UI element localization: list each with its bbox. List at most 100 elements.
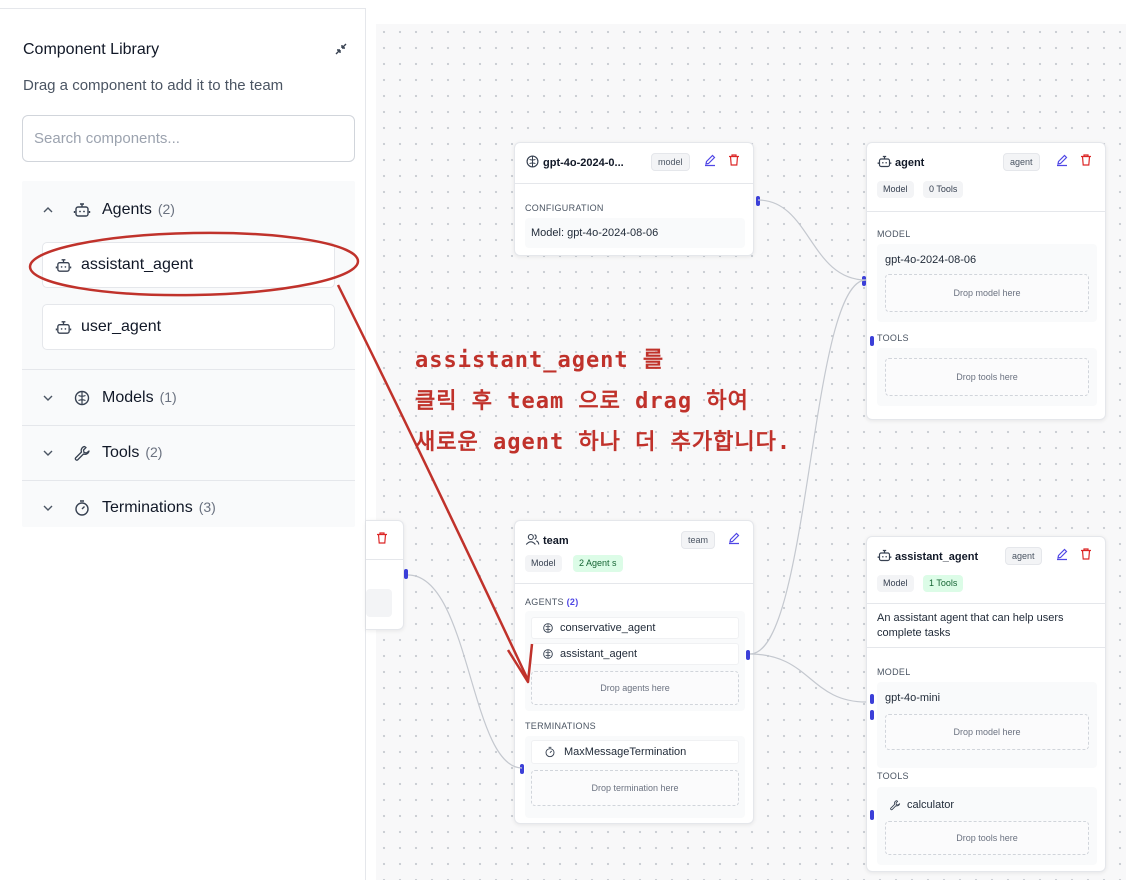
group-tools-count: (2): [145, 444, 163, 460]
users-icon: [525, 533, 540, 545]
chevron-down-icon: [43, 395, 53, 401]
annotation-line-3: 새로운 agent 하나 더 추가합니다.: [415, 430, 792, 455]
termination-label: MaxMessageTermination: [564, 746, 687, 758]
trash-icon[interactable]: [727, 153, 741, 167]
team-input-handle[interactable]: [520, 764, 524, 774]
assistant-node-header: assistant_agent agent: [867, 537, 1105, 575]
agents-section-label: AGENTS (2): [525, 597, 579, 607]
group-agents-header[interactable]: Agents (2): [22, 183, 355, 237]
library-description: Drag a component to add it to the team: [23, 77, 284, 94]
bot-icon: [877, 155, 892, 168]
group-agents-label: Agents (2): [102, 201, 175, 218]
edit-icon[interactable]: [1055, 153, 1069, 167]
chevron-up-icon: [43, 207, 53, 213]
team-agent-item[interactable]: conservative_agent: [531, 617, 739, 639]
agent-tools-handle[interactable]: [870, 336, 874, 346]
agent-input-handle[interactable]: [862, 276, 866, 286]
edit-icon[interactable]: [1055, 547, 1069, 561]
library-title: Component Library: [23, 41, 160, 58]
chevron-down-icon: [43, 450, 53, 456]
agent-description: An assistant agent that can help users c…: [877, 612, 1064, 639]
model-type-badge: model: [651, 153, 690, 171]
agent-node[interactable]: agent agent Model 0 Tools MODEL gpt-4o-2…: [866, 142, 1106, 420]
tools-count-pill: 1 Tools: [923, 575, 964, 592]
model-pill: Model: [877, 181, 914, 198]
model-output-handle[interactable]: [756, 196, 760, 206]
group-models-header[interactable]: Models (1): [22, 371, 355, 425]
team-agent-item[interactable]: assistant_agent: [531, 643, 739, 665]
team-type-badge: team: [681, 531, 716, 549]
tools-count-pill: 0 Tools: [923, 181, 964, 198]
tools-section-box: calculator Drop tools here: [877, 787, 1097, 865]
termination-item[interactable]: MaxMessageTermination: [531, 740, 739, 764]
agent-model-value: gpt-4o-2024-08-06: [885, 254, 977, 266]
node-divider: [867, 211, 1105, 212]
drop-termination-zone[interactable]: Drop termination here: [531, 770, 739, 806]
tools-section-box: Drop tools here: [877, 348, 1097, 406]
assistant-agent-node[interactable]: assistant_agent agent Model 1 Tools An a…: [866, 536, 1106, 872]
tool-item[interactable]: calculator: [883, 793, 1091, 817]
search-components-input[interactable]: [22, 115, 355, 162]
assistant-input-handle[interactable]: [870, 710, 874, 720]
assistant-node-title: assistant_agent: [895, 551, 979, 563]
model-pill: Model: [877, 575, 914, 592]
brain-icon: [74, 390, 90, 406]
component-item-user-agent[interactable]: user_agent: [42, 304, 335, 350]
agent-type-badge: agent: [1003, 153, 1040, 171]
model-pill: Model: [525, 555, 562, 572]
partial-field: [366, 589, 392, 617]
agent-type-badge: agent: [1005, 547, 1042, 565]
app-root: Component Library Drag a component to ad…: [0, 0, 1128, 880]
assistant-model-value: gpt-4o-mini: [885, 692, 941, 704]
bot-icon: [73, 203, 91, 217]
minimize-icon[interactable]: [331, 39, 351, 59]
group-divider: [22, 369, 355, 370]
drop-tools-zone[interactable]: Drop tools here: [885, 358, 1089, 396]
group-tools-header[interactable]: Tools (2): [22, 426, 355, 480]
output-handle[interactable]: [404, 569, 408, 579]
bot-icon: [55, 258, 72, 272]
group-terminations-header[interactable]: Terminations (3): [22, 481, 355, 535]
group-models-label: Models (1): [102, 389, 177, 406]
drop-agents-zone[interactable]: Drop agents here: [531, 671, 739, 705]
configuration-label: CONFIGURATION: [525, 203, 604, 213]
drop-model-zone[interactable]: Drop model here: [885, 714, 1089, 750]
assistant-model-handle[interactable]: [870, 694, 874, 704]
team-agent-label: conservative_agent: [560, 622, 656, 634]
model-node[interactable]: gpt-4o-2024-0... model CONFIGURATION Mod…: [514, 142, 754, 256]
brain-icon: [543, 623, 553, 633]
drop-model-zone[interactable]: Drop model here: [885, 274, 1089, 312]
team-output-handle[interactable]: [746, 650, 750, 660]
group-models-count: (1): [159, 389, 177, 405]
agents-section-box: conservative_agent assistant_agent Drop …: [525, 611, 745, 711]
group-terminations-count: (3): [198, 499, 216, 515]
trash-icon[interactable]: [375, 531, 389, 545]
trash-icon[interactable]: [1079, 153, 1093, 167]
node-divider: [366, 559, 404, 560]
annotation-line-2: 클릭 후 team 으로 drag 하여: [415, 389, 749, 414]
model-config-value: Model: gpt-4o-2024-08-06: [531, 227, 659, 239]
component-library-panel: Component Library Drag a component to ad…: [0, 8, 366, 880]
edit-icon[interactable]: [727, 531, 741, 545]
edit-icon[interactable]: [703, 153, 717, 167]
team-node[interactable]: team team Model 2 Agent s AGENTS (2) con…: [514, 520, 754, 824]
model-section-box: gpt-4o-mini Drop model here: [877, 682, 1097, 768]
node-divider: [515, 183, 753, 184]
timer-icon: [75, 500, 89, 516]
group-terminations-label: Terminations (3): [102, 499, 216, 516]
assistant-tools-handle[interactable]: [870, 810, 874, 820]
agent-node-title: agent: [895, 157, 925, 169]
agents-count-pill: 2 Agent s: [573, 555, 623, 572]
tools-section-label: TOOLS: [877, 771, 909, 781]
team-node-title: team: [543, 535, 569, 547]
brain-icon: [526, 155, 539, 168]
partial-node[interactable]: [366, 520, 404, 630]
trash-icon[interactable]: [1079, 547, 1093, 561]
model-node-header: gpt-4o-2024-0... model: [515, 143, 753, 181]
drop-tools-zone[interactable]: Drop tools here: [885, 821, 1089, 855]
model-node-title: gpt-4o-2024-0...: [543, 157, 624, 169]
node-divider: [867, 647, 1105, 648]
group-agents-count: (2): [157, 201, 175, 217]
tools-section-label: TOOLS: [877, 333, 909, 343]
component-item-assistant-agent[interactable]: assistant_agent: [42, 242, 335, 288]
